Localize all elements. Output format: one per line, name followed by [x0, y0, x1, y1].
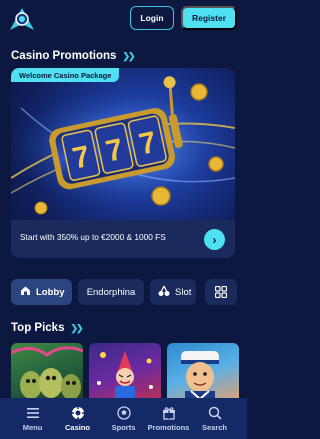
slot-machine-illustration: 7 7 7: [11, 76, 235, 215]
bottom-navigation: Menu Casino Sports Promotions Search: [0, 398, 247, 439]
chevron-right-icon[interactable]: ›: [204, 229, 225, 250]
nav-label: Promotions: [147, 422, 190, 432]
welcome-badge: Welcome Casino Package: [11, 68, 120, 82]
double-chevron-right-icon: ❯❯: [70, 322, 83, 333]
nav-label: Search: [201, 422, 228, 432]
tab-slot[interactable]: Slot: [150, 279, 196, 305]
home-icon: [20, 285, 31, 299]
tab-lobby[interactable]: Lobby: [11, 279, 72, 305]
nav-label: Menu: [22, 422, 43, 432]
grid-icon: [215, 286, 227, 298]
game-thumbnail[interactable]: [167, 343, 239, 403]
header: Login Register: [0, 0, 247, 38]
top-picks-heading[interactable]: Top Picks ❯❯: [11, 322, 84, 334]
nav-label: Sports: [111, 422, 136, 432]
section-title-text: Top Picks: [11, 322, 65, 334]
double-chevron-right-icon: ❯❯: [122, 50, 135, 61]
promo-footer[interactable]: Start with 350% up to €2000 & 1000 FS ›: [11, 220, 235, 258]
tab-label: Endorphina: [86, 286, 136, 298]
casino-promotions-heading[interactable]: Casino Promotions ❯❯: [11, 50, 136, 62]
astronaut-logo-icon[interactable]: [8, 6, 36, 32]
tab-endorphina[interactable]: Endorphina: [78, 279, 144, 305]
nav-search[interactable]: Search: [192, 398, 237, 439]
game-thumbnail[interactable]: [89, 343, 161, 403]
search-icon: [208, 406, 222, 420]
grid-view-button[interactable]: [205, 279, 237, 305]
cherries-icon: [158, 285, 170, 300]
casino-chip-icon: [71, 406, 85, 420]
nav-menu[interactable]: Menu: [10, 398, 55, 439]
nav-casino[interactable]: Casino: [55, 398, 100, 439]
soccer-ball-icon: [116, 405, 131, 420]
nav-promotions[interactable]: Promotions: [146, 398, 191, 439]
nav-label: Casino: [64, 422, 90, 432]
nav-sports[interactable]: Sports: [101, 398, 146, 439]
game-thumbnail[interactable]: [11, 343, 83, 403]
register-button[interactable]: Register: [181, 6, 237, 30]
promo-offer-text: Start with 350% up to €2000 & 1000 FS: [20, 232, 166, 242]
promo-card[interactable]: 7 7 7 Welcome Casino Package Start with …: [11, 68, 235, 258]
gift-icon: [162, 406, 176, 420]
menu-icon: [26, 406, 40, 420]
tab-label: Slot: [175, 286, 192, 298]
tab-label: Lobby: [36, 286, 65, 298]
login-button[interactable]: Login: [130, 6, 174, 30]
section-title-text: Casino Promotions: [11, 50, 117, 62]
